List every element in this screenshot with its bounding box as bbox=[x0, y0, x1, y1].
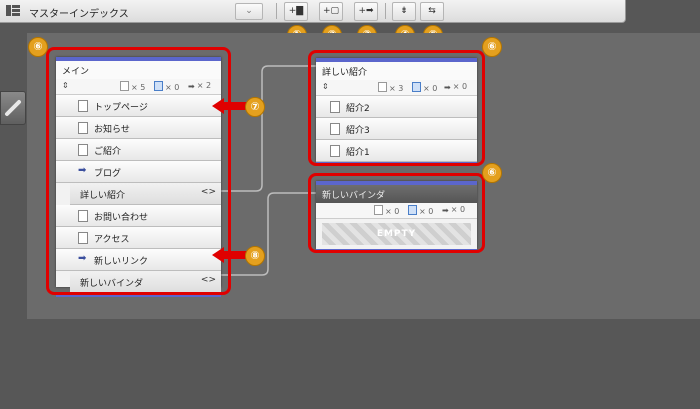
callout-6: ⑥ bbox=[482, 37, 502, 57]
callout-7: ⑦ bbox=[245, 97, 265, 117]
red-arrow-icon bbox=[212, 247, 248, 263]
highlight-frame-new-binder bbox=[308, 173, 485, 253]
callout-6: ⑥ bbox=[28, 37, 48, 57]
callout-8: ⑧ bbox=[245, 246, 265, 266]
callout-6: ⑥ bbox=[482, 163, 502, 183]
highlight-frame-main bbox=[46, 47, 231, 295]
red-arrow-icon bbox=[212, 98, 248, 114]
highlight-frame-detail bbox=[308, 50, 485, 166]
